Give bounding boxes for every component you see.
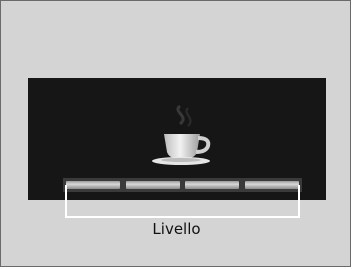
callout-label: Livello bbox=[152, 220, 201, 238]
callout-bracket bbox=[65, 185, 300, 218]
coffee-cup-icon bbox=[150, 102, 214, 168]
